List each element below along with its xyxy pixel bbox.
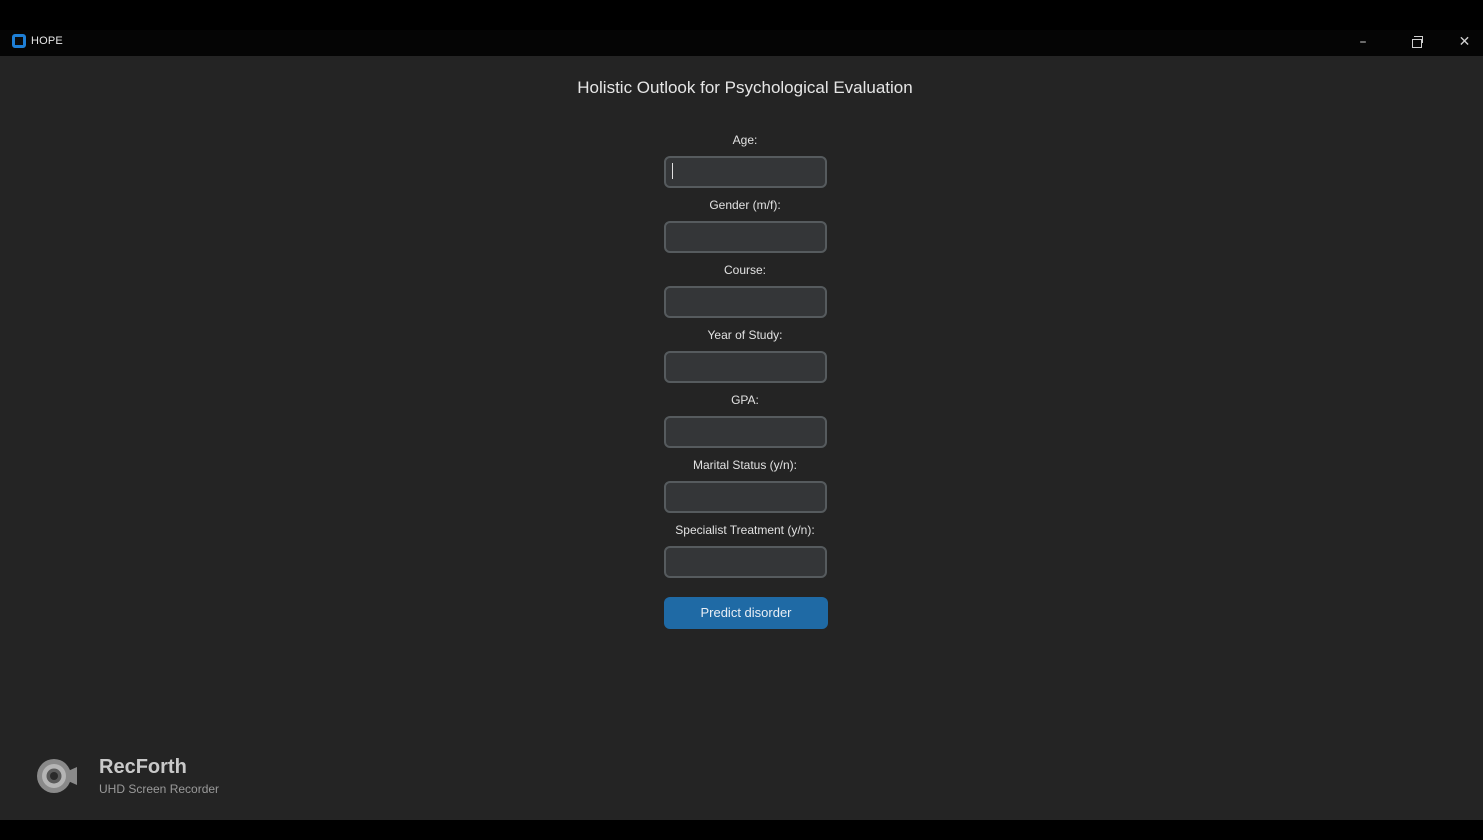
year-of-study-label: Year of Study: xyxy=(707,328,783,342)
camera-icon xyxy=(37,759,77,793)
app-icon xyxy=(12,34,26,48)
page-title: Holistic Outlook for Psychological Evalu… xyxy=(577,78,913,97)
watermark-brand: RecForth xyxy=(99,756,187,778)
marital-status-input[interactable] xyxy=(664,481,827,513)
text-caret xyxy=(672,163,673,179)
marital-status-label: Marital Status (y/n): xyxy=(692,458,798,472)
window-title: HOPE xyxy=(31,35,63,47)
specialist-treatment-input[interactable] xyxy=(664,546,827,578)
screen-top-edge xyxy=(0,0,1483,30)
specialist-treatment-label: Specialist Treatment (y/n): xyxy=(675,523,815,537)
screen-bottom-edge xyxy=(0,820,1483,840)
close-button[interactable]: ✕ xyxy=(1446,30,1483,56)
gpa-label: GPA: xyxy=(731,393,759,407)
course-input[interactable] xyxy=(664,286,827,318)
course-label: Course: xyxy=(723,263,767,277)
age-input[interactable] xyxy=(664,156,827,188)
restore-icon xyxy=(1412,36,1423,48)
predict-disorder-button[interactable]: Predict disorder xyxy=(664,597,828,629)
year-of-study-input[interactable] xyxy=(664,351,827,383)
gender-input[interactable] xyxy=(664,221,827,253)
watermark-subtitle: UHD Screen Recorder xyxy=(99,782,220,796)
restore-button[interactable] xyxy=(1394,30,1440,56)
minimize-button[interactable]: – xyxy=(1340,30,1386,56)
age-label: Age: xyxy=(732,133,758,147)
gpa-input[interactable] xyxy=(664,416,827,448)
window-titlebar[interactable] xyxy=(0,30,1483,56)
gender-label: Gender (m/f): xyxy=(709,198,781,212)
